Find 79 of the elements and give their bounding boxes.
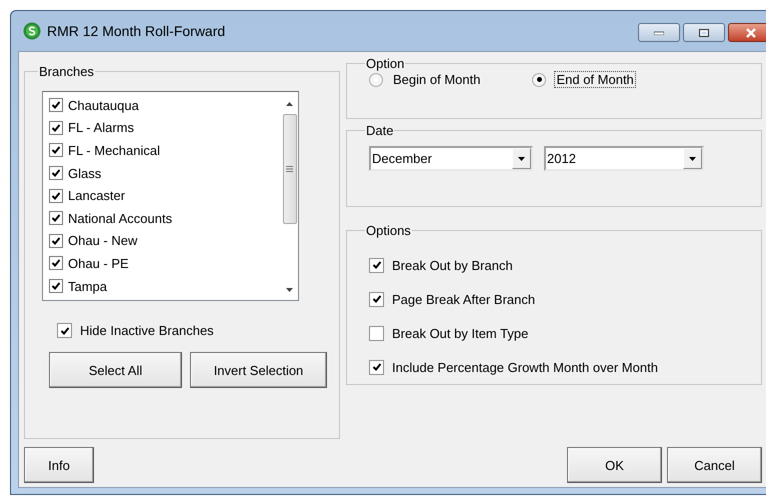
radio-label: End of Month [554, 71, 636, 88]
checkmark-icon [60, 326, 70, 336]
branch-name: Ohau - New [68, 233, 138, 248]
maximize-button[interactable] [683, 23, 725, 42]
branch-name: FL - Mechanical [68, 142, 160, 158]
scroll-thumb[interactable] [282, 114, 296, 224]
checkmark-icon [51, 168, 61, 178]
checkbox[interactable] [49, 166, 63, 180]
branch-item[interactable]: Ohau - PE [49, 252, 281, 275]
branch-item[interactable]: Lancaster [49, 184, 281, 207]
group-label: Option [365, 56, 406, 71]
radio-label: Begin of Month [392, 71, 482, 88]
checkbox[interactable] [49, 256, 63, 270]
branch-item[interactable]: Chautauqua [49, 94, 281, 117]
checkmark-icon [372, 294, 382, 304]
branch-item[interactable]: Tampa [49, 274, 281, 298]
branch-item[interactable]: Glass [49, 162, 281, 184]
checkbox[interactable] [49, 211, 63, 226]
checkmark-icon [372, 362, 382, 372]
checkmark-icon [51, 213, 61, 224]
window-title: RMR 12 Month Roll-Forward [47, 23, 226, 39]
checkbox[interactable] [369, 360, 384, 374]
branch-name: Lancaster [68, 188, 126, 204]
radio-button[interactable] [369, 72, 383, 86]
branch-item[interactable]: FL - Alarms [49, 116, 281, 140]
close-icon [745, 28, 757, 38]
select-all-button[interactable]: Select All [49, 352, 182, 388]
branch-item[interactable]: Ohau - New [49, 230, 281, 252]
checkmark-icon [51, 100, 61, 110]
checkbox[interactable] [49, 234, 63, 248]
ok-button[interactable]: OK [567, 447, 662, 483]
checkbox-label: Break Out by Item Type [392, 326, 528, 340]
branch-name: Chautauqua [68, 98, 139, 113]
group-label: Options [365, 223, 412, 238]
up-arrow-icon[interactable] [286, 102, 293, 106]
checkbox-label: Include Percentage Growth Month over Month [392, 360, 658, 374]
branch-item[interactable]: National Accounts [49, 206, 281, 230]
checkmark-icon [51, 122, 61, 133]
checkbox[interactable] [369, 292, 384, 306]
checkbox-label: Page Break After Branch [392, 292, 536, 306]
checkbox[interactable] [49, 188, 63, 203]
checkbox[interactable] [57, 323, 72, 338]
checkbox[interactable] [49, 143, 63, 158]
checkmark-icon [372, 260, 382, 270]
checkbox[interactable] [49, 98, 63, 112]
branch-name: Ohau - PE [68, 256, 129, 271]
month-dropdown[interactable]: December [369, 146, 533, 171]
checkbox[interactable] [49, 120, 63, 135]
app-logo-icon [23, 22, 41, 40]
close-button[interactable] [728, 23, 766, 42]
cancel-button[interactable]: Cancel [667, 447, 762, 483]
checkmark-icon [51, 258, 61, 268]
branch-name: National Accounts [68, 210, 172, 226]
group-label: Date [365, 123, 394, 138]
radio-button[interactable] [532, 72, 546, 86]
info-button[interactable]: Info [24, 447, 94, 483]
checkbox[interactable] [49, 279, 63, 294]
group-label: Branches [38, 64, 95, 79]
checkbox[interactable] [369, 326, 384, 340]
checkmark-icon [51, 190, 61, 201]
maximize-icon [699, 28, 709, 36]
minimize-icon [654, 30, 664, 34]
down-arrow-icon[interactable] [286, 288, 293, 292]
year-dropdown[interactable]: 2012 [544, 146, 704, 171]
checkbox-label: Hide Inactive Branches [80, 323, 214, 338]
branch-name: Tampa [68, 278, 108, 294]
minimize-button[interactable] [638, 23, 680, 42]
checkmark-icon [51, 236, 61, 246]
dropdown-arrow-icon [689, 156, 696, 160]
branch-name: FL - Alarms [68, 120, 134, 136]
invert-selection-button[interactable]: Invert Selection [190, 352, 327, 388]
checkbox[interactable] [369, 258, 384, 272]
branch-item[interactable]: FL - Mechanical [49, 139, 281, 162]
branch-name: Glass [68, 166, 102, 181]
dropdown-arrow-icon [518, 156, 525, 160]
grip-icon [286, 166, 293, 172]
checkmark-icon [51, 281, 61, 292]
checkbox-label: Break Out by Branch [392, 258, 513, 272]
checkmark-icon [51, 145, 61, 156]
